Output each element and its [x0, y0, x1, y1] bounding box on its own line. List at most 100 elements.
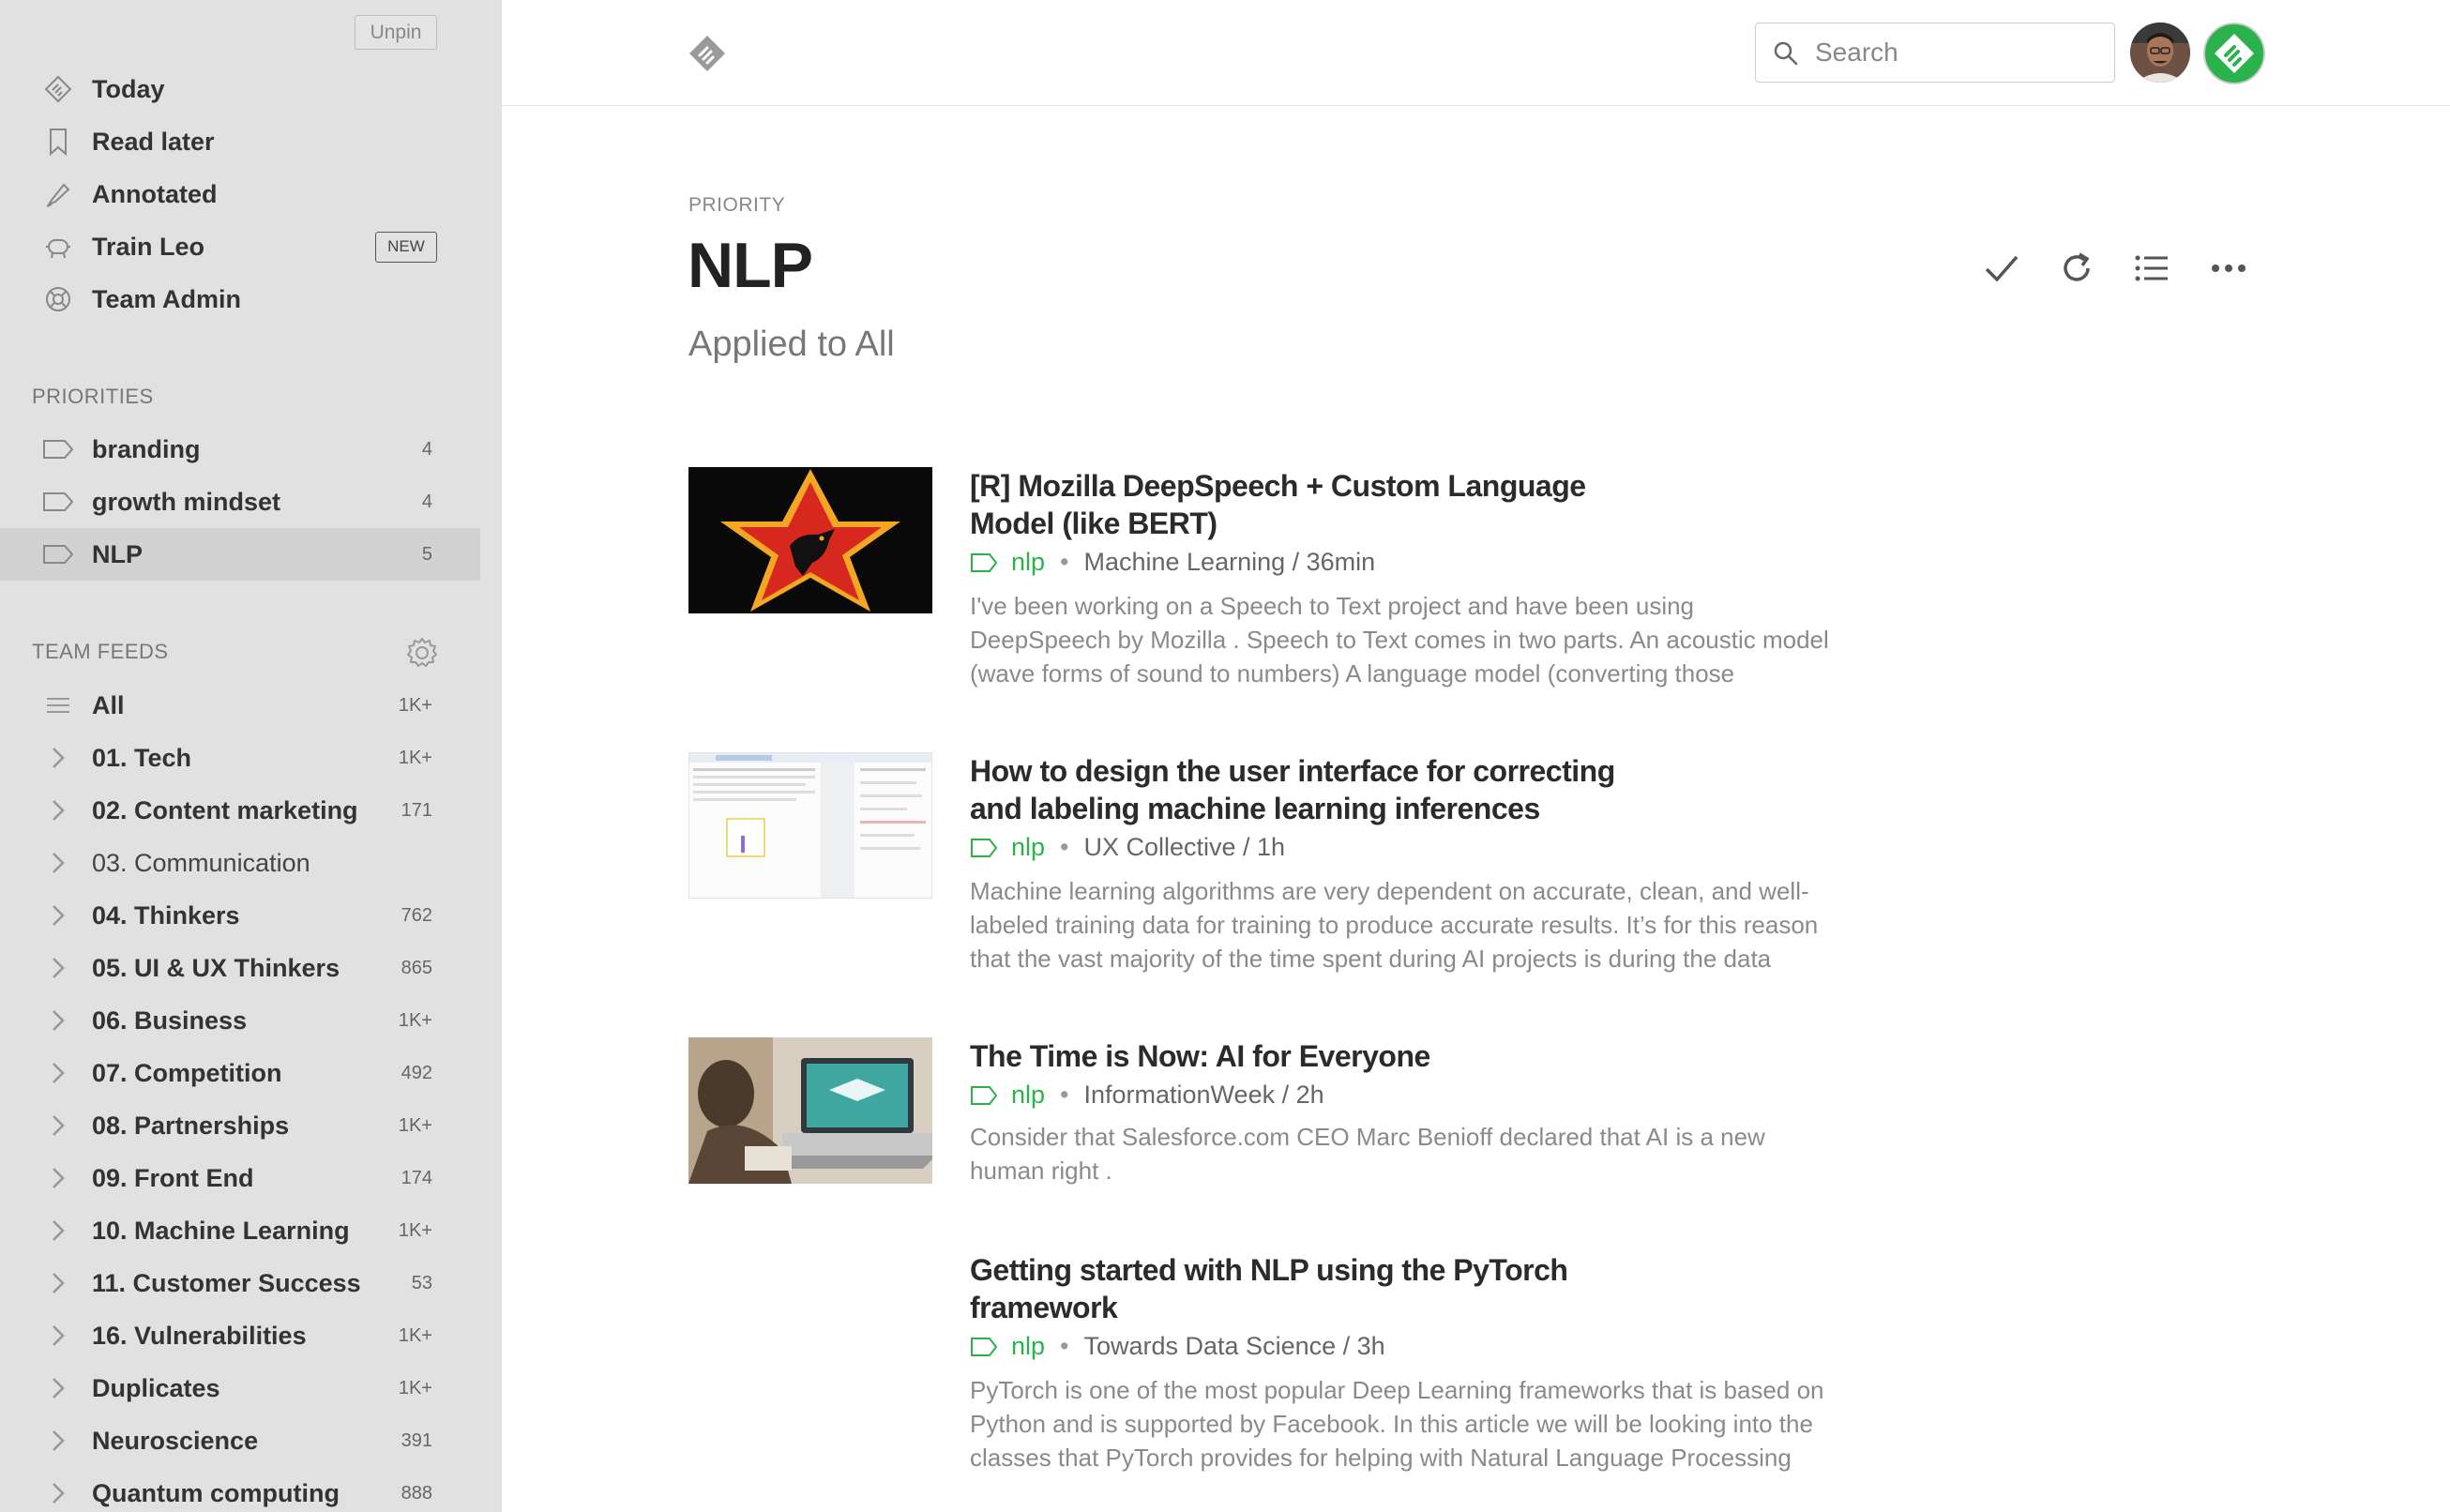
team-feed-item[interactable]: 16. Vulnerabilities 1K+	[0, 1309, 502, 1362]
article-tag[interactable]: nlp	[1011, 1081, 1045, 1110]
article-thumbnail[interactable]	[688, 467, 932, 613]
team-feed-label: Quantum computing	[92, 1478, 340, 1507]
top-bar	[502, 0, 2450, 106]
chevron-right-icon[interactable]	[41, 1161, 75, 1195]
article-card[interactable]: Getting started with NLP using the PyTor…	[688, 1251, 1852, 1486]
team-feed-item[interactable]: 02. Content marketing 171	[0, 784, 502, 837]
feedly-account-icon[interactable]	[2203, 23, 2265, 84]
article-title[interactable]: The Time is Now: AI for Everyone	[970, 1037, 1626, 1075]
priority-item-branding[interactable]: branding 4	[0, 423, 502, 476]
search-icon	[1774, 41, 1798, 66]
chevron-right-icon[interactable]	[41, 951, 75, 985]
nav-item-train-leo[interactable]: Train Leo NEW	[0, 220, 502, 273]
priority-item-nlp[interactable]: NLP 5	[0, 528, 480, 581]
user-avatar[interactable]	[2130, 23, 2190, 83]
team-feed-count: 1K+	[398, 1324, 432, 1346]
search-input[interactable]	[1815, 35, 2096, 70]
meta-separator: •	[1060, 1332, 1069, 1360]
nav-item-team-admin[interactable]: Team Admin	[0, 273, 502, 325]
tag-icon	[41, 432, 75, 466]
search-box[interactable]	[1755, 23, 2115, 83]
team-feed-count: 171	[401, 799, 432, 821]
layout-button[interactable]	[2129, 246, 2174, 291]
article-tag[interactable]: nlp	[1011, 548, 1045, 577]
team-feed-label: 04. Thinkers	[92, 900, 240, 930]
team-feed-item[interactable]: Quantum computing 888	[0, 1467, 502, 1512]
more-options-button[interactable]	[2206, 246, 2251, 291]
team-feed-item[interactable]: 07. Competition 492	[0, 1047, 502, 1099]
team-feed-item[interactable]: Duplicates 1K+	[0, 1362, 502, 1414]
team-feed-label: 01. Tech	[92, 743, 192, 772]
team-feed-item[interactable]: Neuroscience 391	[0, 1414, 502, 1467]
chevron-right-icon[interactable]	[41, 1371, 75, 1405]
chevron-right-icon[interactable]	[41, 741, 75, 775]
article-source[interactable]: UX Collective / 1h	[1083, 833, 1285, 862]
team-feed-label: 02. Content marketing	[92, 795, 358, 824]
team-feed-item[interactable]: 09. Front End 174	[0, 1152, 502, 1204]
chevron-right-icon[interactable]	[41, 1056, 75, 1090]
article-source[interactable]: Machine Learning / 36min	[1083, 548, 1375, 577]
team-feed-item[interactable]: 01. Tech 1K+	[0, 732, 502, 784]
team-feed-item[interactable]: 04. Thinkers 762	[0, 889, 502, 942]
article-summary: Machine learning algorithms are very dep…	[970, 877, 1819, 973]
team-feed-item[interactable]: 03. Communication	[0, 837, 502, 889]
article-card[interactable]: The Time is Now: AI for Everyone nlp • I…	[688, 1037, 1852, 1225]
article-thumbnail[interactable]	[688, 1037, 932, 1184]
article-title[interactable]: Getting started with NLP using the PyTor…	[970, 1251, 1626, 1326]
team-feed-item[interactable]: 11. Customer Success 53	[0, 1257, 502, 1309]
article-source[interactable]: InformationWeek / 2h	[1083, 1081, 1323, 1110]
team-feed-label: 09. Front End	[92, 1163, 254, 1192]
priority-label: NLP	[92, 539, 143, 568]
chevron-right-icon[interactable]	[41, 794, 75, 827]
article-thumbnail[interactable]	[688, 752, 932, 899]
page-subtitle: Applied to All	[688, 325, 895, 364]
chevron-right-icon[interactable]	[41, 1266, 75, 1300]
chevron-right-icon[interactable]	[41, 1319, 75, 1353]
team-feed-label: 05. UI & UX Thinkers	[92, 953, 340, 982]
nav-item-today[interactable]: Today	[0, 63, 502, 115]
feedly-logo-icon[interactable]	[688, 34, 727, 73]
article-card[interactable]: [R] Mozilla DeepSpeech + Custom Language…	[688, 467, 1852, 702]
nav-label-today: Today	[92, 74, 165, 103]
priority-item-growth-mindset[interactable]: growth mindset 4	[0, 476, 502, 528]
team-feed-item[interactable]: 05. UI & UX Thinkers 865	[0, 942, 502, 994]
chevron-right-icon[interactable]	[41, 1476, 75, 1510]
article-title[interactable]: How to design the user interface for cor…	[970, 752, 1626, 827]
mark-as-read-button[interactable]	[1979, 246, 2024, 291]
article-source[interactable]: Towards Data Science / 3h	[1083, 1332, 1384, 1361]
article-summary: PyTorch is one of the most popular Deep …	[970, 1376, 1824, 1472]
priorities-section-title: PRIORITIES	[32, 385, 154, 408]
team-feed-label: Duplicates	[92, 1373, 220, 1402]
article-card[interactable]: How to design the user interface for cor…	[688, 752, 1852, 987]
team-feed-item[interactable]: 08. Partnerships 1K+	[0, 1099, 502, 1152]
meta-separator: •	[1060, 833, 1069, 861]
sidebar: Unpin Today Read later Annotated Train L…	[0, 0, 502, 1512]
tag-icon	[971, 1085, 998, 1105]
priority-count: 4	[421, 491, 432, 512]
team-feed-item-all[interactable]: All 1K+	[0, 679, 502, 732]
unpin-button[interactable]: Unpin	[355, 15, 437, 50]
refresh-button[interactable]	[2054, 246, 2099, 291]
article-tag[interactable]: nlp	[1011, 833, 1045, 862]
gear-icon[interactable]	[405, 636, 439, 670]
team-feed-count: 1K+	[398, 1219, 432, 1241]
chevron-right-icon[interactable]	[41, 899, 75, 932]
article-title[interactable]: [R] Mozilla DeepSpeech + Custom Language…	[970, 467, 1626, 542]
article-tag[interactable]: nlp	[1011, 1332, 1045, 1361]
priority-label: branding	[92, 434, 201, 463]
chevron-right-icon[interactable]	[41, 1214, 75, 1247]
team-feed-item[interactable]: 06. Business 1K+	[0, 994, 502, 1047]
team-feed-item[interactable]: 10. Machine Learning 1K+	[0, 1204, 502, 1257]
team-feed-label: All	[92, 690, 125, 719]
nav-item-read-later[interactable]: Read later	[0, 115, 502, 168]
chevron-right-icon[interactable]	[41, 1004, 75, 1037]
team-feed-label: 11. Customer Success	[92, 1268, 361, 1297]
team-feed-label: 06. Business	[92, 1005, 248, 1035]
nav-item-annotated[interactable]: Annotated	[0, 168, 502, 220]
new-badge: NEW	[375, 231, 437, 263]
team-feed-count: 1K+	[398, 1114, 432, 1136]
chevron-right-icon[interactable]	[41, 846, 75, 880]
chevron-right-icon[interactable]	[41, 1424, 75, 1458]
chevron-right-icon[interactable]	[41, 1109, 75, 1142]
team-feed-label: Neuroscience	[92, 1426, 259, 1455]
